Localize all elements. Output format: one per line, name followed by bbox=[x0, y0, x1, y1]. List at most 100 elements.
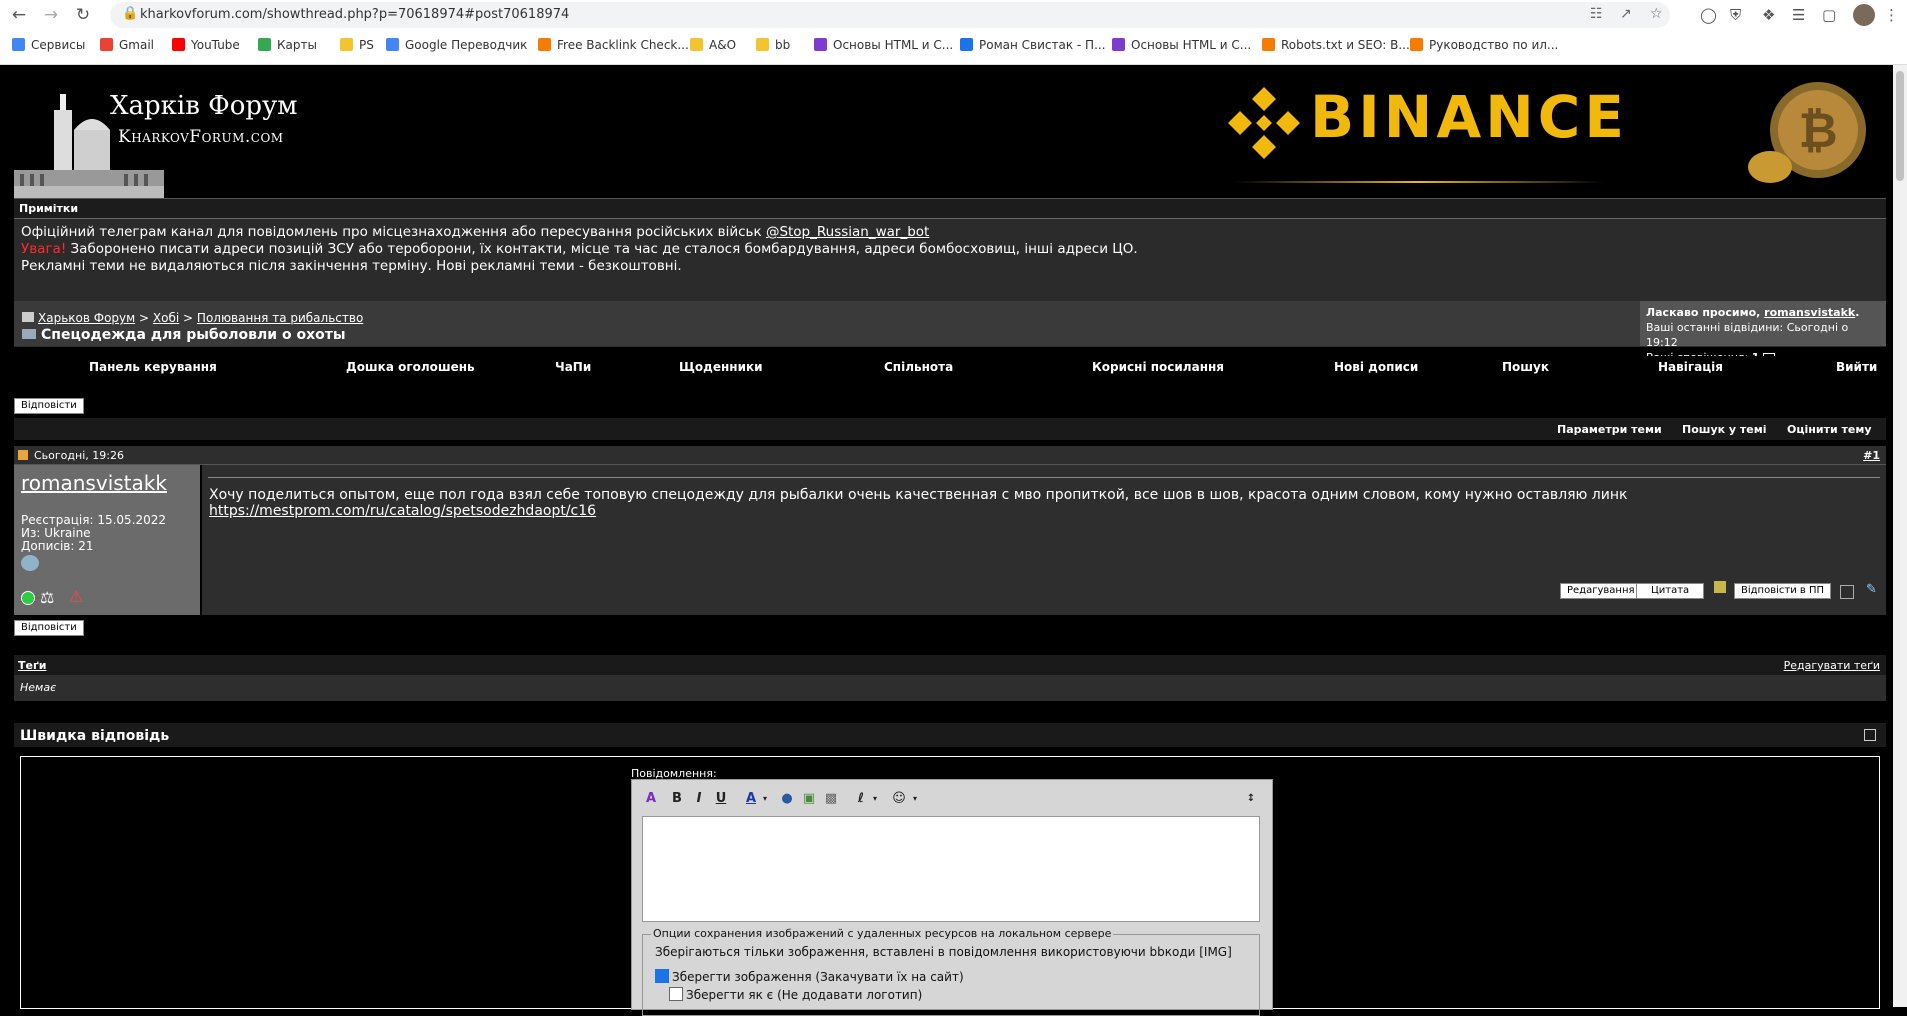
message-textarea[interactable] bbox=[642, 816, 1260, 922]
bookmark-item[interactable]: Основы HTML и С... bbox=[814, 38, 953, 52]
collapse-icon[interactable] bbox=[1864, 729, 1876, 741]
keep-as-is-checkbox[interactable] bbox=[669, 987, 683, 1001]
menu-icon[interactable]: ⋮ bbox=[1884, 6, 1899, 24]
bookmark-item[interactable]: Сервисы bbox=[12, 38, 85, 52]
profile-avatar[interactable] bbox=[1853, 4, 1875, 26]
keep-as-is-label: Зберегти як є (Не додавати логотип) bbox=[686, 988, 923, 1002]
bookmark-star-icon[interactable]: ☆ bbox=[1650, 6, 1663, 22]
video-icon[interactable]: ▩ bbox=[822, 790, 840, 808]
image-icon[interactable]: ▣ bbox=[800, 790, 818, 808]
link-icon[interactable]: ● bbox=[778, 790, 796, 808]
bookmark-item[interactable]: Карты bbox=[258, 38, 317, 52]
post-user-panel: romansvistakk Реєстрація: 15.05.2022 Из:… bbox=[14, 465, 200, 615]
italic-icon[interactable]: I bbox=[690, 790, 708, 808]
bookmark-item[interactable]: Free Backlink Check... bbox=[538, 38, 689, 52]
bookmark-favicon-icon bbox=[100, 38, 113, 51]
extension-icon[interactable]: ◯ bbox=[1700, 6, 1717, 24]
nav-blogs[interactable]: Щоденники bbox=[679, 360, 763, 374]
thread-title-text: Спецодежда для рыболовли о охоты bbox=[41, 327, 346, 343]
bookmark-label: Руководство по ил... bbox=[1429, 38, 1559, 52]
nav-classifieds[interactable]: Дошка оголошень bbox=[346, 360, 475, 374]
pin-icon[interactable]: ✎ bbox=[1866, 582, 1877, 597]
resize-toggle-icon[interactable]: ↕ bbox=[1242, 790, 1260, 808]
bookmark-label: Free Backlink Check... bbox=[557, 38, 689, 52]
chevron-down-icon[interactable]: ▾ bbox=[906, 790, 924, 808]
share-icon[interactable]: ↗ bbox=[1620, 6, 1632, 22]
keep-as-is-option[interactable]: Зберегти як є (Не додавати логотип) bbox=[669, 987, 922, 1002]
bookmark-item[interactable]: Google Переводчик bbox=[386, 38, 527, 52]
translate-icon[interactable]: ☷ bbox=[1590, 6, 1603, 22]
nav-navigation[interactable]: Навігація bbox=[1658, 360, 1723, 374]
image-options-info: Зберігаються тільки зображення, вставлен… bbox=[655, 945, 1232, 959]
reply-pm-button[interactable]: Відповісти в ПП bbox=[1734, 583, 1831, 599]
quick-reply-header: Швидка відповідь bbox=[14, 723, 1886, 747]
nav-community[interactable]: Спільнота bbox=[884, 360, 953, 374]
breadcrumb-item-home[interactable]: Харьков Форум bbox=[38, 311, 135, 325]
post-link[interactable]: https://mestprom.com/ru/catalog/spetsode… bbox=[209, 503, 596, 519]
svg-text:₿: ₿ bbox=[1798, 103, 1837, 159]
edit-button[interactable]: Редагування bbox=[1560, 583, 1642, 599]
rate-thread-menu[interactable]: Оцінити тему bbox=[1787, 423, 1872, 436]
thread-options-menu[interactable]: Параметри теми bbox=[1557, 423, 1662, 436]
quick-reply-icon[interactable] bbox=[1840, 585, 1854, 599]
breadcrumb-item-hunting[interactable]: Полювання та рибальство bbox=[197, 311, 363, 325]
reply-button-bottom[interactable]: Відповісти bbox=[14, 620, 84, 636]
save-images-option[interactable]: Зберегти зображення (Закачувати їх на са… bbox=[655, 969, 964, 984]
sidepanel-icon[interactable]: ▢ bbox=[1822, 6, 1836, 24]
bookmark-item[interactable]: A&O bbox=[690, 38, 736, 52]
scrollbar-thumb[interactable] bbox=[1896, 71, 1904, 181]
multiquote-icon[interactable] bbox=[1714, 581, 1726, 593]
forward-icon[interactable]: → bbox=[40, 4, 62, 26]
bookmark-label: Gmail bbox=[119, 38, 155, 52]
bookmark-item[interactable]: Gmail bbox=[100, 38, 154, 52]
bookmark-favicon-icon bbox=[172, 38, 185, 51]
bookmark-item[interactable]: Robots.txt и SEO: В... bbox=[1262, 38, 1410, 52]
media-icon[interactable]: ☰ bbox=[1792, 6, 1805, 24]
nav-useful-links[interactable]: Корисні посилання bbox=[1092, 360, 1224, 374]
notice-line-3: Рекламні теми не видаляються після закін… bbox=[21, 258, 682, 274]
bookmark-label: Роман Свистак - П... bbox=[979, 38, 1106, 52]
reputation-icon[interactable]: ⚖ bbox=[40, 588, 54, 607]
site-title[interactable]: Харків Форум bbox=[110, 91, 298, 121]
bold-icon[interactable]: B bbox=[668, 790, 686, 808]
post-username[interactable]: romansvistakk bbox=[21, 471, 167, 495]
post-permalink[interactable]: #1 bbox=[1863, 449, 1880, 462]
nav-new-posts[interactable]: Нові дописи bbox=[1334, 360, 1418, 374]
bookmark-item[interactable]: Роман Свистак - П... bbox=[960, 38, 1106, 52]
tags-heading[interactable]: Теґи bbox=[18, 659, 46, 672]
back-icon[interactable]: ← bbox=[8, 4, 30, 26]
nav-faq[interactable]: ЧаПи bbox=[555, 360, 591, 374]
chevron-down-icon[interactable]: ▾ bbox=[866, 790, 884, 808]
nav-logout[interactable]: Вийти bbox=[1836, 360, 1877, 374]
user-location: Из: Ukraine bbox=[21, 526, 91, 540]
telegram-bot-link[interactable]: @Stop_Russian_war_bot bbox=[766, 224, 929, 240]
reply-button-top[interactable]: Відповісти bbox=[14, 398, 84, 414]
quote-button[interactable]: Цитата bbox=[1636, 583, 1705, 599]
bookmark-favicon-icon bbox=[814, 38, 827, 51]
bookmark-item[interactable]: YouTube bbox=[172, 38, 240, 52]
address-bar[interactable]: 🔒 kharkovforum.com/showthread.php?p=7061… bbox=[110, 2, 1670, 28]
reload-icon[interactable]: ↻ bbox=[72, 4, 94, 26]
save-images-checkbox[interactable] bbox=[655, 969, 669, 983]
nav-user-cp[interactable]: Панель керування bbox=[89, 360, 217, 374]
lock-icon: 🔒 bbox=[122, 6, 139, 21]
puzzle-icon[interactable]: ❖ bbox=[1762, 6, 1775, 24]
bookmark-item[interactable]: bb bbox=[756, 38, 790, 52]
remove-format-icon[interactable]: A bbox=[642, 790, 660, 808]
ad-banner[interactable]: BINANCE ₿ bbox=[1154, 65, 1900, 198]
report-icon[interactable]: ⚠ bbox=[69, 587, 83, 606]
url-text[interactable]: kharkovforum.com/showthread.php?p=706189… bbox=[140, 7, 569, 22]
underline-icon[interactable]: U bbox=[712, 790, 730, 808]
chevron-down-icon[interactable]: ▾ bbox=[756, 790, 774, 808]
bookmark-item[interactable]: Руководство по ил... bbox=[1410, 38, 1558, 52]
bookmark-item[interactable]: Основы HTML и С... bbox=[1112, 38, 1251, 52]
site-subtitle[interactable]: KharkovForum.com bbox=[118, 127, 284, 147]
shield-icon[interactable]: ⛨ bbox=[1730, 6, 1741, 24]
breadcrumb-item-hobby[interactable]: Хобі bbox=[153, 311, 179, 325]
welcome-username[interactable]: romansvistakk bbox=[1764, 306, 1855, 319]
nav-search[interactable]: Пошук bbox=[1502, 360, 1549, 374]
edit-tags-link[interactable]: Редагувати теґи bbox=[1784, 659, 1880, 672]
page-scrollbar[interactable] bbox=[1893, 65, 1907, 1007]
search-thread-menu[interactable]: Пошук у темі bbox=[1682, 423, 1767, 436]
bookmark-item[interactable]: PS bbox=[340, 38, 374, 52]
